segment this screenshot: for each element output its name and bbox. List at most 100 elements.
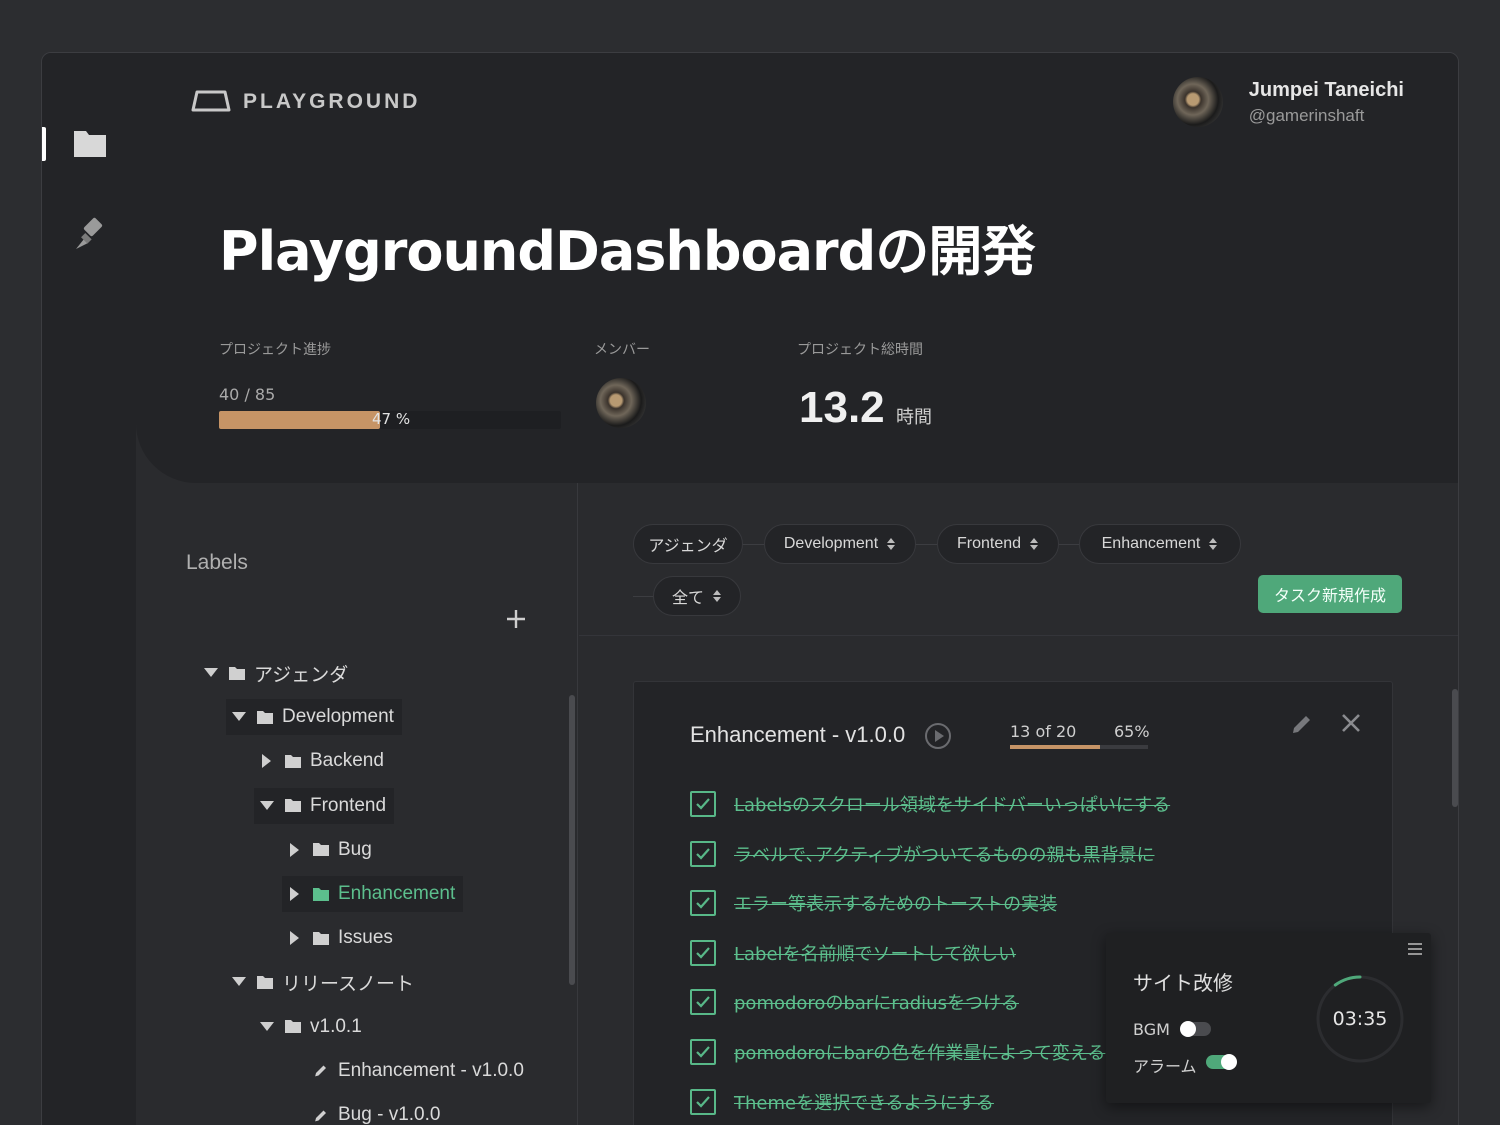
chip-connector [915,544,937,545]
task-scrollbar[interactable] [1452,689,1458,807]
caret-right-icon[interactable] [286,841,304,859]
caret-down-icon[interactable] [202,664,220,682]
card-title: Enhancement - v1.0.0 [690,722,906,747]
folder-icon [285,799,301,813]
chip-connector [740,544,764,545]
members-label: メンバー [594,342,650,358]
task-item: エラー等表示するためのトーストの実装 [690,889,1057,917]
add-label-button[interactable] [504,607,528,631]
tree-item[interactable]: v1.0.1 [254,1009,370,1045]
task-checkbox[interactable] [690,1039,716,1065]
folder-icon [285,754,301,768]
user-handle: @gamerinshaft [1248,105,1365,125]
tree-item[interactable]: Bug [282,832,380,868]
tree-item[interactable]: Backend [254,743,392,779]
task-item: pomodoroのbarにradiusをつける [690,988,1019,1016]
user-profile[interactable]: Jumpei Taneichi @gamerinshaft [1172,77,1404,127]
play-icon[interactable] [924,722,952,750]
caret-right-icon[interactable] [286,885,304,903]
tree-item[interactable]: Development [226,699,402,736]
brush-icon[interactable] [72,217,108,253]
tree-item[interactable]: Frontend [254,787,395,824]
folder-icon [285,1020,301,1034]
pencil-icon [315,1065,326,1077]
total-time-value: 13.2 [799,383,885,432]
tree-item-label: Enhancement - v1.0.0 [338,1059,524,1081]
task-checkbox[interactable] [690,1088,716,1115]
alarm-row: アラーム [1133,1053,1197,1077]
card-progress-bar [1010,745,1148,749]
tree-item[interactable]: アジェンダ [198,655,356,691]
task-checkbox[interactable] [690,989,716,1016]
edit-icon[interactable] [1290,712,1314,736]
total-time-label: プロジェクト総時間 [797,342,923,358]
check-icon [696,1046,710,1058]
folder-icon[interactable] [72,125,108,161]
tree-item[interactable]: Enhancement [282,876,464,912]
task-item: Labelを名前順でソートして欲しい [690,939,1016,967]
pencil-icon [315,1110,326,1121]
chip-label: アジェンダ [648,538,728,555]
tree-item-label: アジェンダ [254,664,349,686]
toggle-knob [1180,1021,1196,1037]
caret-down-icon[interactable] [230,708,248,726]
tree-item[interactable]: Bug - v1.0.0 [282,1097,448,1125]
project-summary: PlaygroundDashboardの開発 プロジェクト進捗 40 / 85 … [136,153,1458,483]
sidebar-scrollbar[interactable] [569,695,575,985]
filter-chip-development[interactable]: Development [764,524,916,564]
check-icon [696,996,710,1008]
tree-item-label: リリースノート [282,973,415,995]
top-header: PLAYGROUND Jumpei Taneichi @gamerinshaft [136,53,1458,153]
member-avatar[interactable] [596,378,646,428]
task-checkbox[interactable] [690,840,716,867]
create-task-button[interactable]: タスク新規作成 [1258,575,1402,613]
task-text: Labelを名前順でソートして欲しい [734,943,1017,965]
filter-chip-agenda[interactable]: アジェンダ [633,524,743,564]
logo[interactable]: PLAYGROUND [191,89,420,115]
pomodoro-title: サイト改修 [1133,971,1233,995]
tree-item[interactable]: Issues [282,920,401,956]
filter-chip-frontend[interactable]: Frontend [937,524,1059,564]
folder-icon [229,666,245,680]
task-text: pomodoroのbarにradiusをつける [734,993,1019,1015]
progress-label: プロジェクト進捗 [219,342,331,358]
total-time-unit: 時間 [896,407,932,428]
project-progress-fill [219,411,380,429]
toggle-knob [1221,1054,1237,1070]
caret-down-icon[interactable] [230,973,248,991]
avatar[interactable] [1172,77,1223,127]
close-icon[interactable] [1340,712,1362,734]
tree-item-label: v1.0.1 [310,1015,362,1037]
task-checkbox[interactable] [690,890,716,917]
task-item: Themeを選択できるようにする [690,1088,994,1116]
labels-sidebar: Labels アジェンダ Development Backend Frontend Bu… [136,483,578,1125]
check-icon [696,947,710,959]
tree-item[interactable]: リリースノート [226,964,422,1000]
check-icon [696,1095,710,1108]
folder-icon [313,931,329,945]
labels-title: Labels [186,551,248,574]
tree-item-label: Backend [310,750,384,772]
sort-updown-icon [887,538,896,550]
chip-label: Enhancement [1101,535,1201,552]
folder-icon [313,887,329,901]
task-checkbox[interactable] [690,939,716,966]
bgm-toggle[interactable] [1180,1021,1211,1037]
alarm-toggle[interactable] [1206,1054,1237,1070]
caret-down-icon[interactable] [258,797,276,815]
chip-label: Development [783,535,879,552]
tree-item[interactable]: Enhancement - v1.0.0 [282,1053,532,1089]
filter-chip-all[interactable]: 全て [653,576,741,616]
card-task-count: 13 of 20 [1010,722,1077,741]
caret-right-icon[interactable] [286,929,304,947]
caret-down-icon[interactable] [258,1018,276,1036]
menu-icon[interactable] [1407,941,1423,955]
filter-bar: アジェンダ Development Frontend Enhancement タ… [579,483,1458,636]
alarm-label: アラーム [1133,1057,1197,1076]
task-checkbox[interactable] [690,791,716,817]
app-rail [42,53,136,1125]
filter-chip-enhancement[interactable]: Enhancement [1079,524,1241,564]
tree-item-label: Bug - v1.0.0 [338,1104,441,1125]
caret-right-icon[interactable] [258,752,276,770]
